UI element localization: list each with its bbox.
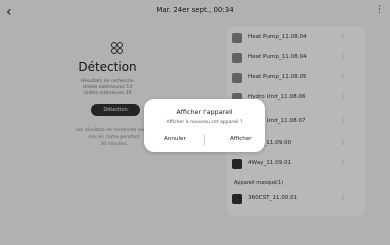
cancel-button[interactable]: Annuler: [164, 136, 186, 142]
screen: ‹ Mar. 24er sept., 00:34 ⋮ Détection Rés…: [0, 0, 390, 245]
confirm-button[interactable]: Afficher: [230, 136, 252, 142]
button-divider: [204, 135, 205, 145]
dialog-message: Afficher à nouveau cet appareil ?: [166, 120, 243, 125]
show-device-dialog: Afficher l'appareil Afficher à nouveau c…: [144, 99, 265, 152]
dialog-title: Afficher l'appareil: [176, 108, 233, 116]
